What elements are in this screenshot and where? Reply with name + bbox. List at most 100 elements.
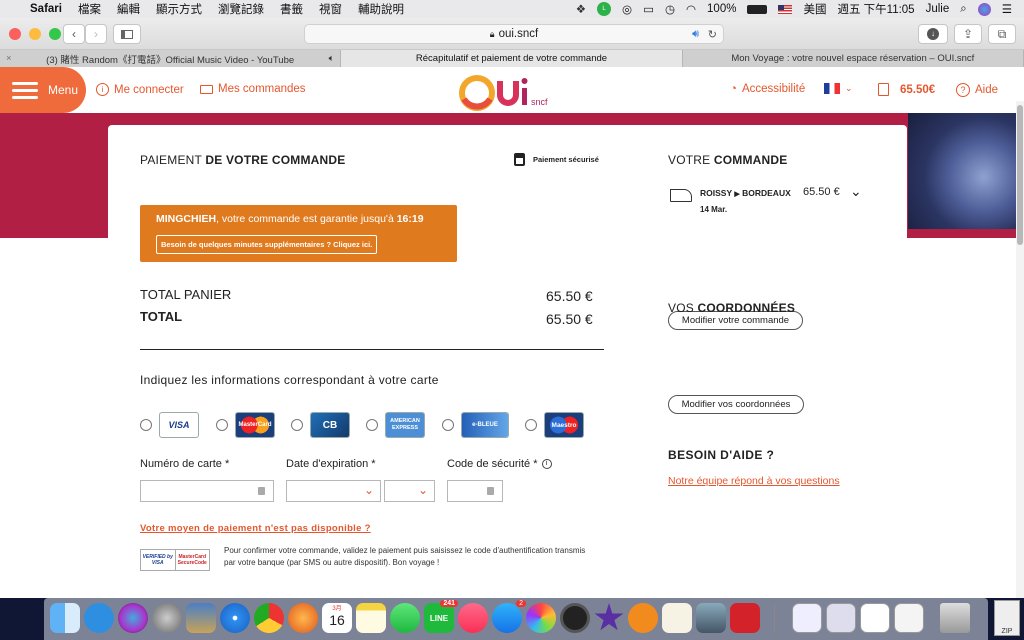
zoom-window-button[interactable] — [49, 28, 61, 40]
modify-contact-button[interactable]: Modifier vos coordonnées — [668, 395, 804, 414]
audio-playing-icon[interactable]: 🔊︎ — [692, 28, 699, 41]
menu-file[interactable]: 檔案 — [78, 1, 101, 17]
textedit-icon[interactable] — [662, 603, 692, 633]
mastercard-logo[interactable]: MasterCard — [236, 413, 274, 437]
radio-e-bleue[interactable] — [442, 419, 454, 431]
card-number-input[interactable] — [140, 480, 274, 502]
line-status-icon[interactable]: L — [597, 2, 612, 16]
cart-link[interactable]: 65.50€ — [878, 83, 935, 96]
menu-window[interactable]: 視窗 — [319, 1, 342, 17]
oui-sncf-logo[interactable]: sncf — [456, 71, 566, 111]
siri-icon[interactable] — [977, 2, 991, 16]
music-icon[interactable] — [458, 603, 488, 633]
reload-icon[interactable]: ↻ — [708, 28, 717, 41]
menu-history[interactable]: 瀏覽記錄 — [218, 1, 264, 17]
trip-row[interactable]: ROISSY ▶ BORDEAUX 65.50 € ⌄ 14 Mar. — [668, 183, 868, 219]
radio-maestro[interactable] — [525, 419, 537, 431]
notification-center-icon[interactable]: ☰ — [1002, 2, 1012, 16]
info-icon[interactable]: i — [541, 459, 552, 469]
tab-youtube[interactable]: × (3) 賭性 Random《打電話》Official Music Video… — [0, 50, 342, 67]
acrobat-icon[interactable] — [730, 603, 760, 633]
minimize-window-button[interactable] — [29, 28, 41, 40]
amex-logo[interactable]: AMERICAN EXPRESS — [386, 413, 424, 437]
photo-editor-icon[interactable] — [186, 603, 216, 633]
maestro-logo[interactable]: Maestro — [545, 413, 583, 437]
radio-mastercard[interactable] — [216, 419, 228, 431]
help-contact-link[interactable]: Notre équipe répond à vos questions — [668, 475, 840, 487]
safari-icon[interactable] — [220, 603, 250, 633]
dropbox-icon[interactable]: ❖ — [576, 2, 586, 16]
menu-view[interactable]: 顯示方式 — [156, 1, 202, 17]
orange-app-icon[interactable] — [288, 603, 318, 633]
tab-audio-icon[interactable]: 🔈︎ — [329, 53, 335, 64]
documents-stack-icon[interactable] — [826, 603, 856, 633]
back-button[interactable]: ‹ — [63, 24, 85, 44]
window-stack-icon[interactable] — [894, 603, 924, 633]
battery-icon[interactable] — [747, 4, 768, 14]
scrollbar[interactable] — [1016, 101, 1024, 598]
language-selector[interactable]: ⌄ — [824, 83, 853, 94]
siri-app-icon[interactable] — [118, 603, 148, 633]
wifi-icon[interactable]: ◠ — [686, 2, 696, 16]
clock[interactable]: 週五 下午11:05 — [837, 1, 914, 17]
airplay-icon[interactable]: ▭ — [643, 2, 654, 16]
preview-icon[interactable] — [696, 603, 726, 633]
us-flag-icon[interactable] — [778, 4, 793, 14]
chrome-icon[interactable] — [254, 603, 284, 633]
radio-cb[interactable] — [291, 419, 303, 431]
finder-icon[interactable] — [50, 603, 80, 633]
sidebar-toggle-button[interactable] — [113, 24, 141, 44]
share-button[interactable]: ⇪ — [954, 24, 982, 44]
e-bleue-logo[interactable]: e-BLEUE — [462, 413, 508, 437]
downloads-stack-icon[interactable] — [792, 603, 822, 633]
app-store-icon[interactable]: 2 — [492, 600, 526, 633]
tab-paiement[interactable]: Récapitulatif et paiement de votre comma… — [341, 50, 683, 67]
user-name[interactable]: Julie — [926, 3, 950, 15]
notes-icon[interactable] — [356, 603, 386, 633]
cvv-input[interactable] — [447, 480, 503, 502]
menu-bookmarks[interactable]: 書籤 — [280, 1, 303, 17]
messages-icon[interactable] — [390, 603, 420, 633]
login-link[interactable]: i Me connecter — [96, 83, 184, 96]
expiry-year-select[interactable]: ⌄ — [384, 480, 435, 502]
close-window-button[interactable] — [9, 28, 21, 40]
time-machine-icon[interactable]: ◷ — [665, 2, 675, 16]
downloads-button[interactable]: ↓ — [918, 24, 948, 44]
chevron-down-icon[interactable]: ⌄ — [850, 183, 862, 200]
help-link[interactable]: ? Aide — [956, 83, 998, 97]
airdrop-icon[interactable]: ◎ — [622, 2, 632, 16]
zip-file-icon[interactable]: ZIP — [994, 600, 1020, 636]
input-source[interactable]: 美國 — [803, 1, 826, 17]
battery-percent[interactable]: 100% — [707, 3, 736, 15]
forward-button[interactable]: › — [85, 24, 107, 44]
menu-button[interactable]: Menu — [0, 67, 86, 113]
vpn-app-icon[interactable] — [628, 603, 658, 633]
visa-logo[interactable]: VISA — [160, 413, 198, 437]
extend-time-button[interactable]: Besoin de quelques minutes supplémentair… — [156, 235, 378, 254]
mindnode-icon[interactable] — [84, 603, 114, 633]
launchpad-icon[interactable] — [152, 603, 182, 633]
tab-overview-button[interactable]: ⧉ — [988, 24, 1016, 44]
payment-unavailable-link[interactable]: Votre moyen de paiement n'est pas dispon… — [140, 523, 371, 534]
tab-mon-voyage[interactable]: Mon Voyage : votre nouvel espace réserva… — [683, 50, 1024, 67]
camera-app-icon[interactable] — [560, 603, 590, 633]
radio-visa[interactable] — [140, 419, 152, 431]
photos-icon[interactable] — [526, 603, 556, 633]
expiry-month-select[interactable]: ⌄ — [286, 480, 381, 502]
spotlight-icon[interactable]: ⌕ — [960, 3, 966, 16]
orders-link[interactable]: Mes commandes — [200, 83, 306, 95]
calendar-icon[interactable]: 3月 16 — [322, 603, 352, 633]
menu-edit[interactable]: 編輯 — [117, 1, 140, 17]
radio-amex[interactable] — [366, 419, 378, 431]
cb-logo[interactable]: CB — [311, 413, 349, 437]
timer-message: MINGCHIEH, votre commande est garantie j… — [156, 213, 424, 225]
app-menu[interactable]: Safari — [30, 3, 62, 15]
close-tab-icon[interactable]: × — [6, 53, 12, 64]
screenshot-stack-icon[interactable] — [860, 603, 890, 633]
line-icon[interactable]: LINE 241 — [424, 600, 458, 633]
address-bar[interactable]: 🔒︎ oui.sncf 🔊︎ ↻ — [304, 24, 724, 44]
accessibility-link[interactable]: ◔ Accessibilité — [730, 83, 805, 95]
menu-help[interactable]: 輔助說明 — [358, 1, 404, 17]
trash-icon[interactable] — [940, 603, 970, 633]
scrollbar-thumb[interactable] — [1017, 105, 1023, 245]
